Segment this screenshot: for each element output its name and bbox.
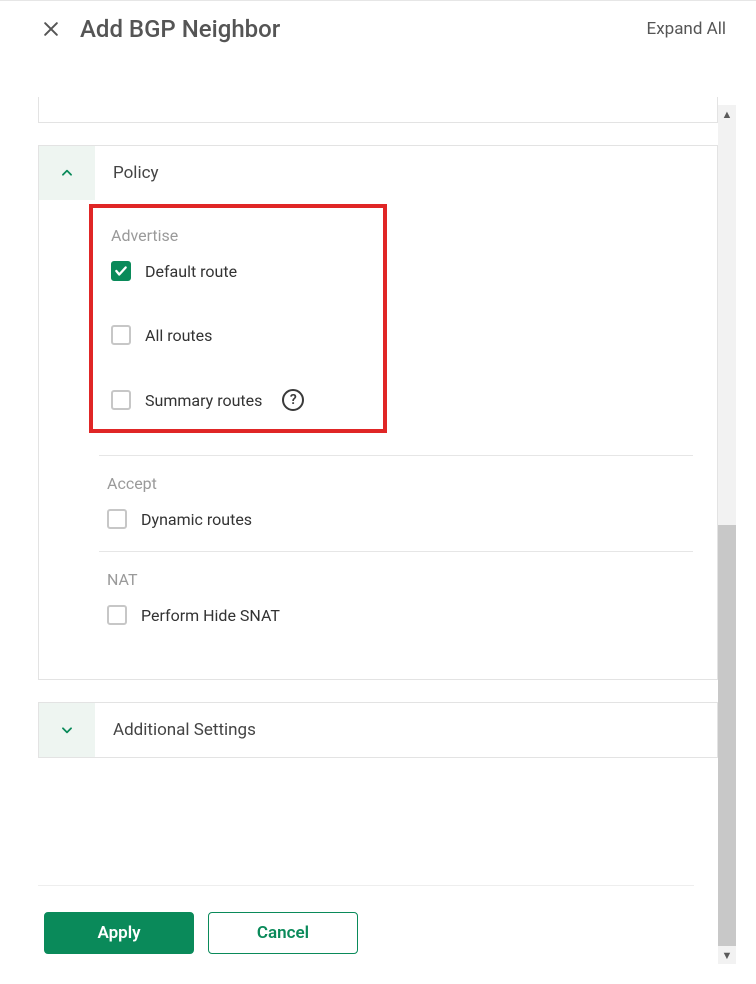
footer-actions: Apply Cancel xyxy=(44,912,358,954)
advertise-highlight-box: Advertise Default route xyxy=(89,204,387,433)
advertise-group-label: Advertise xyxy=(111,226,363,245)
accept-group-label: Accept xyxy=(107,474,693,493)
content-wrap: ▲ ▼ Policy Advertise xyxy=(38,97,736,964)
previous-section-edge xyxy=(38,97,718,123)
scroll-down-icon[interactable]: ▼ xyxy=(718,946,736,964)
policy-panel-header[interactable]: Policy xyxy=(39,146,717,200)
dialog-header: Add BGP Neighbor Expand All xyxy=(0,1,756,47)
accept-group: Accept Dynamic routes xyxy=(99,474,693,529)
chevron-up-icon xyxy=(39,146,95,200)
checkbox-dynamic-routes-label: Dynamic routes xyxy=(141,510,252,529)
nat-group-label: NAT xyxy=(107,570,693,589)
additional-settings-panel: Additional Settings xyxy=(38,702,718,758)
checkbox-hide-snat-row: Perform Hide SNAT xyxy=(107,605,693,625)
checkbox-summary-routes-row: Summary routes ? xyxy=(111,389,363,411)
policy-panel-title: Policy xyxy=(95,163,159,183)
checkbox-all-routes-row: All routes xyxy=(111,325,363,345)
checkbox-all-routes-label: All routes xyxy=(145,326,212,345)
page: Add BGP Neighbor Expand All ▲ ▼ Policy xyxy=(0,0,756,984)
apply-button[interactable]: Apply xyxy=(44,912,194,954)
help-icon[interactable]: ? xyxy=(282,389,304,411)
checkbox-hide-snat[interactable] xyxy=(107,605,127,625)
expand-all-link[interactable]: Expand All xyxy=(647,19,726,39)
scrollbar-thumb[interactable] xyxy=(718,525,736,946)
policy-panel: Policy Advertise Default route xyxy=(38,145,718,680)
checkbox-hide-snat-label: Perform Hide SNAT xyxy=(141,606,280,625)
checkbox-summary-routes-label: Summary routes xyxy=(145,391,262,410)
dialog-title: Add BGP Neighbor xyxy=(80,15,280,43)
close-icon[interactable] xyxy=(40,18,62,40)
footer-divider xyxy=(38,885,694,886)
scroll-up-icon[interactable]: ▲ xyxy=(718,105,736,123)
checkbox-summary-routes[interactable] xyxy=(111,390,131,410)
checkbox-dynamic-routes[interactable] xyxy=(107,509,127,529)
chevron-down-icon xyxy=(39,703,95,757)
checkbox-default-route-row: Default route xyxy=(111,261,363,281)
checkbox-default-route-label: Default route xyxy=(145,262,237,281)
checkbox-default-route[interactable] xyxy=(111,261,131,281)
divider xyxy=(99,455,693,456)
cancel-button[interactable]: Cancel xyxy=(208,912,358,954)
additional-settings-title: Additional Settings xyxy=(95,720,256,740)
checkbox-dynamic-routes-row: Dynamic routes xyxy=(107,509,693,529)
nat-group: NAT Perform Hide SNAT xyxy=(99,570,693,625)
divider xyxy=(99,551,693,552)
scroll-content: Policy Advertise Default route xyxy=(38,97,718,964)
additional-settings-header[interactable]: Additional Settings xyxy=(39,703,717,757)
header-left: Add BGP Neighbor xyxy=(40,15,280,43)
policy-panel-body: Advertise Default route xyxy=(39,204,717,679)
scrollbar-track[interactable] xyxy=(718,105,736,946)
checkbox-all-routes[interactable] xyxy=(111,325,131,345)
